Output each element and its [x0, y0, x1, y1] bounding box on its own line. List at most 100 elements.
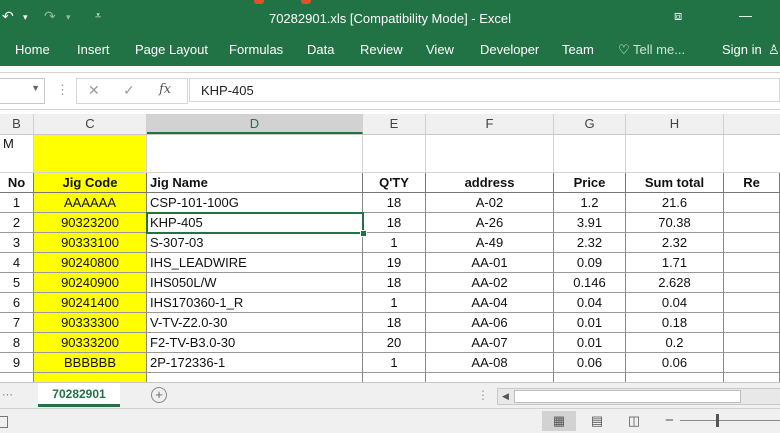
cell-address[interactable]: AA-01: [426, 253, 554, 273]
cell-remark[interactable]: [724, 273, 780, 293]
column-header-c[interactable]: C: [34, 114, 147, 134]
cell-price[interactable]: 0.09: [554, 253, 626, 273]
name-box[interactable]: ▼: [0, 78, 45, 104]
tab-review[interactable]: Review: [360, 42, 403, 57]
spreadsheet-grid[interactable]: M No Jig Code Jig Name Q'TY address Price Sum …: [0, 135, 780, 382]
scroll-left-icon[interactable]: ◀: [502, 389, 509, 404]
tab-formulas[interactable]: Formulas: [229, 42, 283, 57]
column-header-d[interactable]: D: [147, 114, 363, 134]
cell-jig-name[interactable]: IHS050L/W: [147, 273, 363, 293]
share-icon[interactable]: ♙: [768, 42, 780, 58]
cell-jig-code[interactable]: 90241400: [34, 293, 147, 313]
cell-partial[interactable]: [426, 373, 554, 382]
cell-price[interactable]: 0.06: [554, 353, 626, 373]
cell-partial[interactable]: [147, 373, 363, 382]
cell-no[interactable]: 5: [0, 273, 34, 293]
cell-partial[interactable]: [626, 373, 724, 382]
header-cell-qty[interactable]: Q'TY: [363, 173, 426, 193]
column-header-b[interactable]: B: [0, 114, 34, 134]
cell-jig-code[interactable]: BBBBBB: [34, 353, 147, 373]
cell-sum-total[interactable]: 2.32: [626, 233, 724, 253]
cell-qty[interactable]: 1: [363, 353, 426, 373]
tab-page-layout[interactable]: Page Layout: [135, 42, 208, 57]
cell-no[interactable]: 4: [0, 253, 34, 273]
cell-qty[interactable]: 18: [363, 273, 426, 293]
cell-sum-total[interactable]: 0.18: [626, 313, 724, 333]
sheet-tab-active[interactable]: 70282901: [38, 383, 120, 407]
fill-handle[interactable]: [360, 230, 367, 237]
cell-sum-total[interactable]: 1.71: [626, 253, 724, 273]
more-options-icon[interactable]: ⋮: [56, 82, 69, 98]
column-header-h[interactable]: H: [626, 114, 724, 134]
cell-address[interactable]: AA-06: [426, 313, 554, 333]
cell-remark[interactable]: [724, 293, 780, 313]
cell-remark[interactable]: [724, 233, 780, 253]
tell-me-box[interactable]: ♡ Tell me...: [618, 42, 685, 58]
cell-price[interactable]: 0.146: [554, 273, 626, 293]
cell-jig-code[interactable]: 90333300: [34, 313, 147, 333]
cell-top-label[interactable]: M: [0, 135, 34, 173]
cell-d-top[interactable]: [147, 135, 363, 173]
cell-qty[interactable]: 19: [363, 253, 426, 273]
cell-no[interactable]: 2: [0, 213, 34, 233]
ribbon-display-icon[interactable]: ⧈: [674, 8, 682, 24]
insert-function-icon[interactable]: fx: [159, 82, 171, 97]
cell-c-top[interactable]: [34, 135, 147, 173]
tab-scroll-icon[interactable]: ⋯: [2, 388, 13, 401]
cell-price[interactable]: 0.04: [554, 293, 626, 313]
cell-qty[interactable]: 1: [363, 293, 426, 313]
cell-address[interactable]: A-26: [426, 213, 554, 233]
cell-qty[interactable]: 20: [363, 333, 426, 353]
cell-remark[interactable]: [724, 213, 780, 233]
cell-remark[interactable]: [724, 333, 780, 353]
zoom-out-icon[interactable]: −: [665, 412, 674, 429]
column-header-e[interactable]: E: [363, 114, 426, 134]
tab-data[interactable]: Data: [307, 42, 334, 57]
page-layout-view-icon[interactable]: ▤: [580, 411, 614, 431]
cell-jig-name[interactable]: S-307-03: [147, 233, 363, 253]
cell-jig-code[interactable]: 90240900: [34, 273, 147, 293]
column-header-i[interactable]: [724, 114, 780, 134]
cell-price[interactable]: 2.32: [554, 233, 626, 253]
cell-partial[interactable]: [0, 373, 34, 382]
active-cell-outline[interactable]: [146, 212, 364, 234]
cell-price[interactable]: 0.01: [554, 313, 626, 333]
cell-qty[interactable]: 1: [363, 233, 426, 253]
cell-price[interactable]: 0.01: [554, 333, 626, 353]
split-handle-icon[interactable]: ⋮: [477, 388, 489, 402]
header-cell-address[interactable]: address: [426, 173, 554, 193]
cell-qty[interactable]: 18: [363, 193, 426, 213]
cell-no[interactable]: 3: [0, 233, 34, 253]
sign-in-link[interactable]: Sign in: [722, 42, 762, 57]
cell-jig-code[interactable]: AAAAAA: [34, 193, 147, 213]
tab-home[interactable]: Home: [15, 42, 50, 57]
cell-address[interactable]: A-02: [426, 193, 554, 213]
macro-record-icon[interactable]: [0, 416, 8, 428]
tab-insert[interactable]: Insert: [77, 42, 110, 57]
add-sheet-icon[interactable]: +: [151, 387, 167, 403]
normal-view-icon[interactable]: ▦: [542, 411, 576, 431]
cell-no[interactable]: 9: [0, 353, 34, 373]
cell-address[interactable]: AA-04: [426, 293, 554, 313]
minimize-icon[interactable]: —: [739, 8, 752, 23]
header-cell-jig-code[interactable]: Jig Code: [34, 173, 147, 193]
cell-i-top[interactable]: [724, 135, 780, 173]
cell-sum-total[interactable]: 0.04: [626, 293, 724, 313]
page-break-view-icon[interactable]: ◫: [617, 411, 651, 431]
cell-jig-code[interactable]: 90333200: [34, 333, 147, 353]
cell-jig-name[interactable]: 2P-172336-1: [147, 353, 363, 373]
cell-jig-name[interactable]: IHS170360-1_R: [147, 293, 363, 313]
cell-jig-code[interactable]: 90240800: [34, 253, 147, 273]
cell-qty[interactable]: 18: [363, 213, 426, 233]
cell-jig-name[interactable]: F2-TV-B3.0-30: [147, 333, 363, 353]
tab-developer[interactable]: Developer: [480, 42, 539, 57]
cell-no[interactable]: 1: [0, 193, 34, 213]
cell-jig-name[interactable]: IHS_LEADWIRE: [147, 253, 363, 273]
header-cell-price[interactable]: Price: [554, 173, 626, 193]
cell-sum-total[interactable]: 21.6: [626, 193, 724, 213]
cell-partial[interactable]: [363, 373, 426, 382]
zoom-slider[interactable]: [680, 420, 780, 421]
scroll-thumb[interactable]: [514, 390, 741, 403]
cell-address[interactable]: AA-07: [426, 333, 554, 353]
cell-jig-name[interactable]: CSP-101-100G: [147, 193, 363, 213]
